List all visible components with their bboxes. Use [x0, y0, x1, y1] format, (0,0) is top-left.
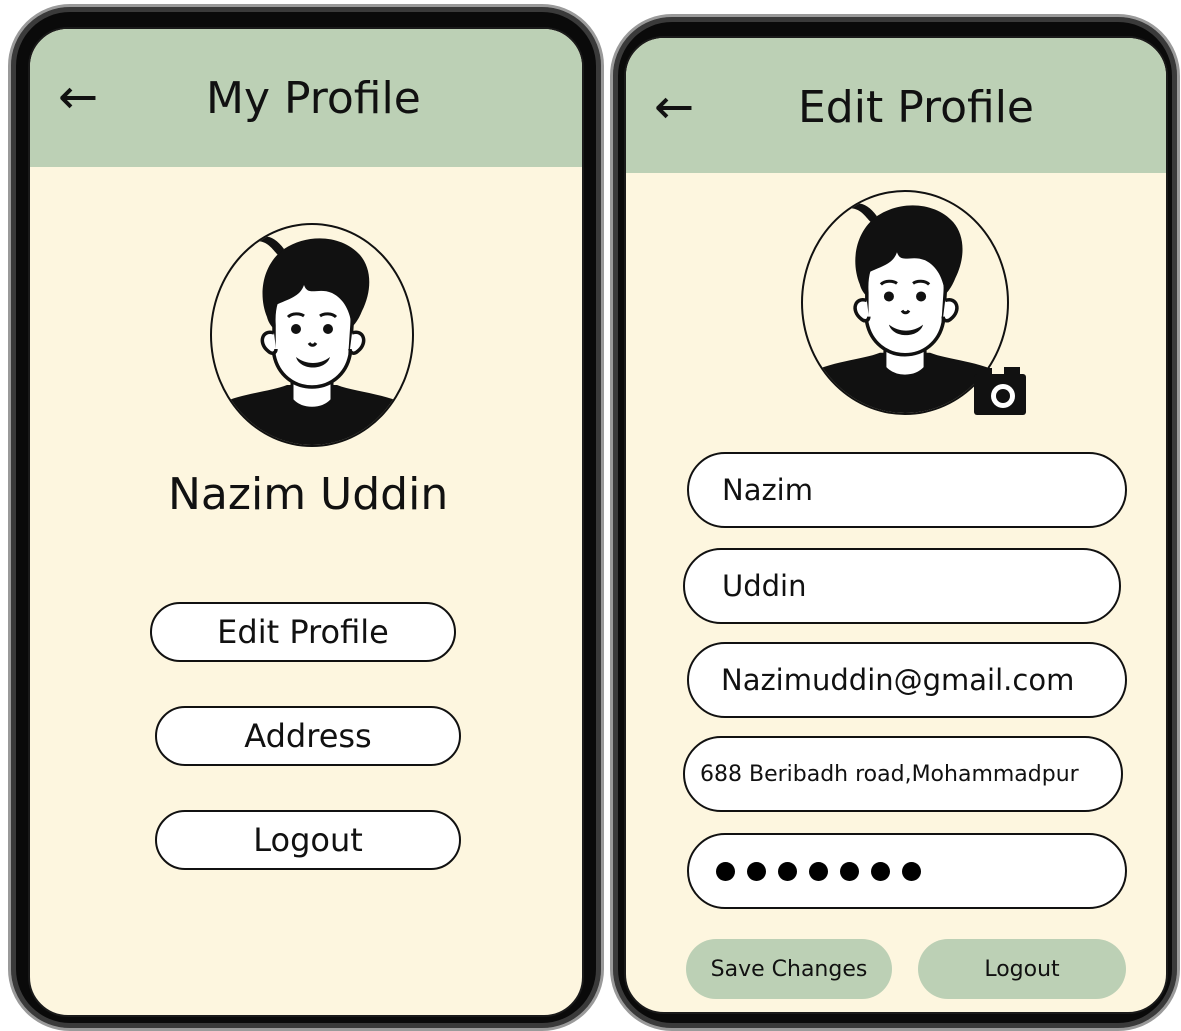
profile-avatar — [210, 223, 414, 447]
last-name-value: Uddin — [722, 569, 807, 603]
back-arrow-icon[interactable]: ← — [654, 83, 694, 131]
password-dot — [747, 861, 766, 881]
profile-screen: ← My Profile Nazim Uddin Edit Profile Ad… — [28, 27, 584, 1017]
user-avatar-icon — [212, 236, 412, 445]
first-name-field[interactable]: Nazim — [687, 452, 1127, 528]
save-changes-button[interactable]: Save Changes — [686, 939, 892, 999]
email-field[interactable]: Nazimuddin@gmail.com — [687, 642, 1127, 718]
password-dot — [840, 861, 859, 881]
password-dots — [716, 861, 921, 881]
edit-profile-button[interactable]: Edit Profile — [150, 602, 456, 662]
edit-header: ← Edit Profile — [626, 38, 1166, 173]
phone-frame-edit: ← Edit Profile Nazim Uddin Nazimuddin@gm… — [610, 14, 1180, 1031]
last-name-field[interactable]: Uddin — [683, 548, 1121, 624]
back-arrow-icon[interactable]: ← — [58, 73, 98, 121]
page-title: Edit Profile — [798, 82, 1035, 133]
address-button[interactable]: Address — [155, 706, 461, 766]
phone-frame-profile: ← My Profile Nazim Uddin Edit Profile Ad… — [8, 4, 604, 1031]
password-dot — [902, 861, 921, 881]
logout-button[interactable]: Logout — [918, 939, 1126, 999]
camera-icon[interactable] — [973, 364, 1027, 416]
password-dot — [871, 861, 890, 881]
edit-profile-screen: ← Edit Profile Nazim Uddin Nazimuddin@gm… — [624, 36, 1168, 1014]
first-name-value: Nazim — [722, 473, 813, 507]
logout-button[interactable]: Logout — [155, 810, 461, 870]
password-dot — [809, 861, 828, 881]
user-name: Nazim Uddin — [168, 469, 449, 520]
profile-header: ← My Profile — [30, 29, 582, 167]
email-value: Nazimuddin@gmail.com — [721, 663, 1075, 697]
address-value: 688 Beribadh road,Mohammadpur — [700, 761, 1079, 787]
password-dot — [716, 861, 735, 881]
password-field[interactable] — [687, 833, 1127, 909]
password-dot — [778, 861, 797, 881]
page-title: My Profile — [206, 73, 421, 124]
address-field[interactable]: 688 Beribadh road,Mohammadpur — [683, 736, 1123, 812]
